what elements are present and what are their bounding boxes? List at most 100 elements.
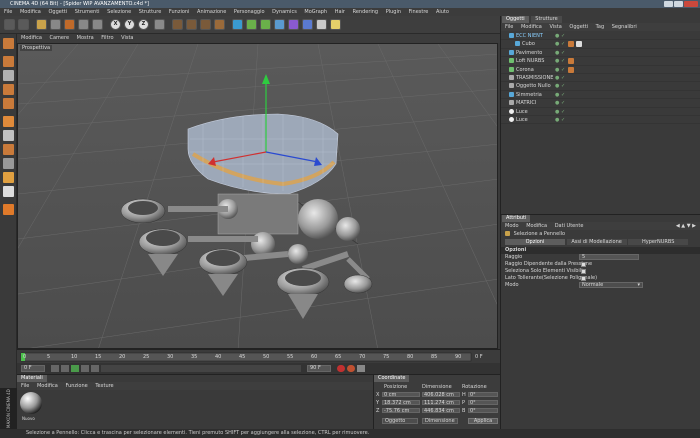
- move-icon[interactable]: [50, 19, 61, 30]
- scene-icon[interactable]: [302, 19, 313, 30]
- size-y-field[interactable]: 111.274 cm: [422, 400, 460, 406]
- render-view-icon[interactable]: [172, 19, 183, 30]
- object-mode-icon[interactable]: [3, 70, 14, 81]
- autokey-icon[interactable]: [347, 365, 355, 372]
- materials-menu-file[interactable]: File: [21, 383, 29, 389]
- next-frame-icon[interactable]: [81, 365, 89, 372]
- go-end-icon[interactable]: [91, 365, 99, 372]
- menu-plugin[interactable]: Plugin: [386, 9, 401, 15]
- material-tag-icon[interactable]: [568, 41, 574, 48]
- tab-oggetti[interactable]: Oggetti: [502, 16, 529, 23]
- visibility-dots-icon[interactable]: ● ✓: [555, 91, 565, 99]
- menu-mograph[interactable]: MoGraph: [304, 9, 327, 15]
- cube-icon[interactable]: [232, 19, 243, 30]
- pos-x-field[interactable]: 0 cm: [382, 392, 420, 398]
- materials-menu-texture[interactable]: Texture: [95, 383, 113, 389]
- sculpt-icon[interactable]: [3, 204, 14, 215]
- deformer-icon[interactable]: [288, 19, 299, 30]
- workplane-mode-icon[interactable]: [3, 98, 14, 109]
- menu-finestre[interactable]: Finestre: [409, 9, 429, 15]
- edges-mode-icon[interactable]: [3, 130, 14, 141]
- render-picture-viewer-icon[interactable]: [200, 19, 211, 30]
- live-selection-icon[interactable]: [36, 19, 47, 30]
- visibility-dots-icon[interactable]: ● ✓: [555, 57, 565, 65]
- texture-tag-icon[interactable]: [576, 41, 582, 48]
- object-row[interactable]: Loft NURBS ● ✓: [501, 57, 700, 66]
- visibility-dots-icon[interactable]: ● ✓: [555, 82, 565, 90]
- make-editable-icon[interactable]: [3, 38, 14, 49]
- snap-icon[interactable]: [3, 172, 14, 183]
- central-gear[interactable]: [298, 199, 338, 239]
- visibility-dots-icon[interactable]: ● ✓: [555, 66, 565, 74]
- material-swatch[interactable]: [20, 392, 42, 414]
- menu-oggetti[interactable]: Oggetti: [48, 9, 67, 15]
- pressure-radius-checkbox[interactable]: [581, 262, 586, 267]
- menu-strumenti[interactable]: Strumenti: [75, 9, 100, 15]
- rotate-icon[interactable]: [78, 19, 89, 30]
- object-row[interactable]: Simmetria ● ✓: [501, 91, 700, 100]
- viewport-perspective[interactable]: Prospettiva: [17, 43, 498, 349]
- attr-menu-modo[interactable]: Modo: [505, 223, 519, 229]
- rot-b-field[interactable]: 0°: [468, 408, 498, 414]
- object-row[interactable]: Corona ● ✓: [501, 66, 700, 74]
- attr-menu-modifica[interactable]: Modifica: [526, 223, 547, 229]
- viewport-menu-filtro[interactable]: Filtro: [101, 35, 113, 41]
- viewport-menu-mostra[interactable]: Mostra: [77, 35, 94, 41]
- light-icon[interactable]: [330, 19, 341, 30]
- prev-frame-icon[interactable]: [61, 365, 69, 372]
- menu-hair[interactable]: Hair: [335, 9, 345, 15]
- object-row[interactable]: Pavimento ● ✓: [501, 49, 700, 58]
- subtab-hypernurbs[interactable]: HyperNURBS: [628, 239, 689, 245]
- coordinate-system-icon[interactable]: [154, 19, 165, 30]
- render-settings-icon[interactable]: [214, 19, 225, 30]
- polygons-mode-icon[interactable]: [3, 144, 14, 155]
- objects-menu-oggetti[interactable]: Oggetti: [569, 24, 588, 30]
- camera-icon[interactable]: [316, 19, 327, 30]
- radius-field[interactable]: 5: [579, 254, 639, 260]
- pos-y-field[interactable]: 18.372 cm: [382, 400, 420, 406]
- viewport-menu-camere[interactable]: Camere: [50, 35, 70, 41]
- tab-coordinate[interactable]: Coordinate: [374, 375, 410, 382]
- play-icon[interactable]: [71, 365, 79, 372]
- menu-strutture[interactable]: Strutture: [139, 9, 161, 15]
- viewport-scene[interactable]: [18, 44, 498, 349]
- rot-h-field[interactable]: 0°: [468, 392, 498, 398]
- array-icon[interactable]: [274, 19, 285, 30]
- viewport-menu-vista[interactable]: Vista: [121, 35, 133, 41]
- objects-menu-modifica[interactable]: Modifica: [521, 24, 542, 30]
- nurbs-icon[interactable]: [260, 19, 271, 30]
- materials-menu-modifica[interactable]: Modifica: [37, 383, 58, 389]
- tolerant-select-checkbox[interactable]: [581, 276, 586, 281]
- visibility-dots-icon[interactable]: ● ✓: [555, 108, 565, 116]
- record-icon[interactable]: [337, 365, 345, 372]
- model-mode-icon[interactable]: [3, 56, 14, 67]
- timeline[interactable]: 0 5 10 15 20 25 30 35 40 45 50 55 60 65 …: [17, 349, 500, 363]
- menu-rendering[interactable]: Rendering: [353, 9, 379, 15]
- frame-range-slider[interactable]: [101, 365, 301, 372]
- menu-selezione[interactable]: Selezione: [107, 9, 131, 15]
- object-row[interactable]: Luce ● ✓: [501, 116, 700, 125]
- menu-file[interactable]: File: [4, 9, 12, 15]
- viewport-menu-modifica[interactable]: Modifica: [21, 35, 42, 41]
- y-axis-lock[interactable]: Y: [124, 19, 135, 30]
- texture-mode-icon[interactable]: [3, 84, 14, 95]
- tab-strutture[interactable]: Strutture: [531, 16, 562, 23]
- render-region-icon[interactable]: [186, 19, 197, 30]
- object-row[interactable]: Oggetto Nullo ● ✓: [501, 82, 700, 91]
- menu-dynamics[interactable]: Dynamics: [272, 9, 297, 15]
- object-row[interactable]: TRASMISSIONE ● ✓: [501, 74, 700, 83]
- rot-p-field[interactable]: 0°: [468, 400, 498, 406]
- size-z-field[interactable]: 446.834 cm: [422, 408, 460, 414]
- visibility-dots-icon[interactable]: ● ✓: [555, 49, 565, 57]
- visibility-dots-icon[interactable]: ● ✓: [555, 32, 565, 40]
- close-button[interactable]: [684, 1, 698, 7]
- undo-icon[interactable]: [4, 19, 15, 30]
- x-axis-lock[interactable]: X: [110, 19, 121, 30]
- menu-funzioni[interactable]: Funzioni: [169, 9, 190, 15]
- menu-modifica[interactable]: Modifica: [20, 9, 41, 15]
- size-mode-dropdown[interactable]: Dimensione: [422, 418, 458, 424]
- tab-attributi[interactable]: Attributi: [502, 215, 531, 222]
- maximize-button[interactable]: [674, 1, 683, 7]
- materials-menu-funzione[interactable]: Funzione: [65, 383, 87, 389]
- objects-menu-file[interactable]: File: [505, 24, 513, 30]
